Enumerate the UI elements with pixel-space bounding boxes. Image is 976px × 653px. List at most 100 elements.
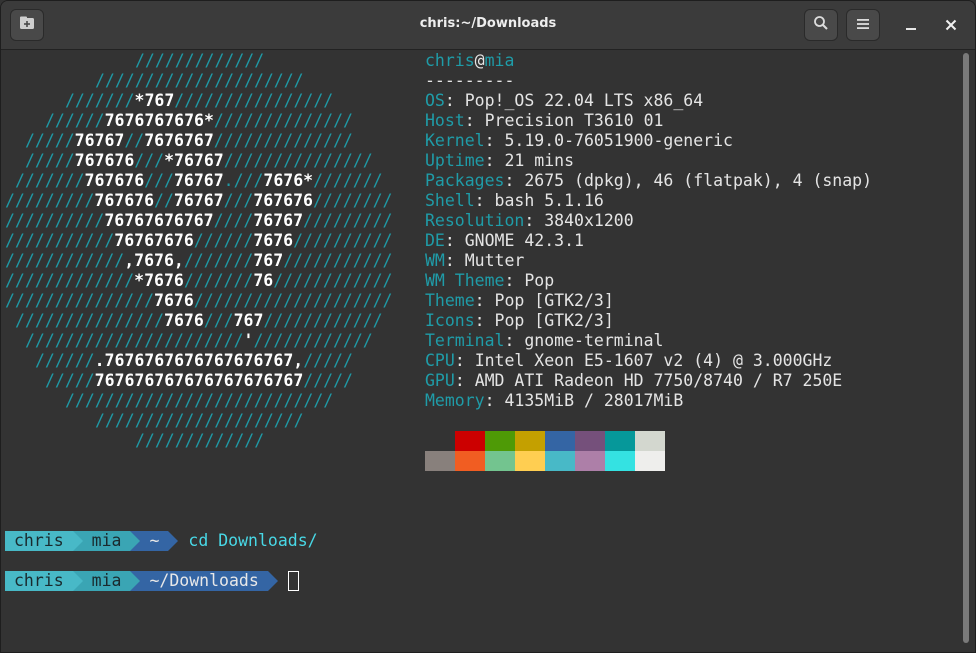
palette-swatch: [575, 451, 605, 471]
ascii-slashes: //////////////: [213, 111, 353, 130]
minimize-button[interactable]: [894, 9, 928, 41]
sysinfo-value: Mutter: [464, 251, 525, 270]
sysinfo-key: DE: [425, 231, 445, 250]
palette-swatch: [545, 451, 575, 471]
ascii-slashes: //////: [45, 111, 105, 130]
ascii-digits: ': [243, 331, 254, 350]
ascii-line: ///////////76767676//////7676//////////: [5, 231, 392, 251]
scrollbar-thumb[interactable]: [963, 53, 969, 643]
sysinfo-colon: :: [454, 351, 475, 370]
user-host-line: chris@mia: [425, 51, 514, 71]
palette-swatch: [515, 431, 545, 451]
palette-swatch: [545, 431, 575, 451]
sysinfo-value: 21 mins: [504, 151, 575, 170]
ascii-line: /////76767//7676767//////////////: [25, 131, 353, 151]
sysinfo-colon: :: [484, 151, 505, 170]
ascii-slashes: //: [154, 191, 174, 210]
ascii-slashes: ////: [213, 211, 254, 230]
sysinfo-value: gnome-terminal: [524, 331, 664, 350]
ascii-slashes: ///////////////: [15, 311, 165, 330]
sysinfo-row: Kernel: 5.19.0-76051900-generic: [425, 131, 733, 151]
ascii-slashes: /////////: [5, 191, 95, 210]
ascii-slashes: //////: [35, 351, 95, 370]
sysinfo-row: WM: Mutter: [425, 251, 524, 271]
sysinfo-key: Memory: [425, 391, 485, 410]
sysinfo-user: chris: [425, 51, 475, 70]
ascii-digits: 7676: [154, 291, 194, 310]
terminal-cursor: [287, 571, 299, 591]
sysinfo-value: Pop: [524, 271, 555, 290]
ascii-slashes: ///////: [183, 271, 254, 290]
ascii-slashes: ///: [134, 151, 165, 170]
sysinfo-row: Terminal: gnome-terminal: [425, 331, 663, 351]
ascii-slashes: /////: [25, 131, 75, 150]
sysinfo-key: Theme: [425, 291, 475, 310]
ascii-line: ////////////,7676,///////767///////////: [5, 251, 392, 271]
menu-button[interactable]: [846, 9, 880, 41]
ascii-slashes: ////////////////: [174, 91, 334, 110]
prompt-dir: ~: [140, 531, 169, 551]
ascii-line: /////////////: [135, 51, 264, 71]
sysinfo-colon: :: [474, 291, 495, 310]
ascii-line: //////.7676767676767676767,/////: [35, 351, 353, 371]
ascii-digits: 76: [253, 271, 274, 290]
sysinfo-value: 4135MiB / 28017MiB: [504, 391, 684, 410]
terminal-output[interactable]: ////////////////////////////////////////…: [5, 51, 959, 651]
ascii-line: /////////////: [135, 431, 264, 451]
prompt-dir: ~/Downloads: [140, 571, 268, 591]
sysinfo-value: Pop [GTK2/3]: [494, 291, 614, 310]
ascii-digits: 7676: [164, 311, 204, 330]
sysinfo-colon: :: [464, 111, 485, 130]
sysinfo-row: OS: Pop!_OS 22.04 LTS x86_64: [425, 91, 703, 111]
ascii-digits: 76767: [253, 211, 304, 230]
sysinfo-value: AMD ATI Radeon HD 7750/8740 / R7 250E: [474, 371, 843, 390]
ascii-line: /////767676767676767676767/////: [45, 371, 353, 391]
ascii-slashes: ///////: [313, 171, 383, 190]
sysinfo-colon: :: [524, 211, 545, 230]
ascii-slashes: /////////////: [135, 51, 265, 70]
palette-swatch: [455, 451, 485, 471]
close-button[interactable]: [934, 9, 968, 41]
terminal-window: chris:~/Downloads //////////////////////…: [0, 0, 976, 653]
ascii-digits: 7676*: [263, 171, 314, 190]
ascii-line: ///////////////7676///767////////////: [15, 311, 383, 331]
ascii-slashes: ///////////: [5, 231, 115, 250]
sysinfo-value: Pop [GTK2/3]: [494, 311, 614, 330]
prompt-host: mia: [82, 571, 131, 591]
ascii-slashes: ///////////////: [5, 291, 155, 310]
ascii-line: /////////////*7676///////76////////////: [5, 271, 392, 291]
ascii-slashes: ////////////: [5, 251, 125, 270]
ascii-slashes: /////////////: [5, 271, 135, 290]
sysinfo-value: GNOME 42.3.1: [464, 231, 584, 250]
sysinfo-key: Uptime: [425, 151, 485, 170]
sysinfo-row: DE: GNOME 42.3.1: [425, 231, 584, 251]
sysinfo-key: Host: [425, 111, 465, 130]
search-icon: [813, 15, 829, 35]
ascii-slashes: /////: [303, 371, 353, 390]
ascii-digits: ,7676,: [124, 251, 184, 270]
ascii-slashes: //////////////: [213, 131, 353, 150]
sysinfo-value: Intel Xeon E5-1607 v2 (4) @ 3.000GHz: [474, 351, 833, 370]
prompt-separator-arrow: [130, 531, 141, 551]
sysinfo-row: Icons: Pop [GTK2/3]: [425, 311, 614, 331]
palette-swatch: [425, 451, 455, 471]
sysinfo-colon: :: [444, 91, 465, 110]
sysinfo-key: WM: [425, 251, 445, 270]
prompt-command: cd Downloads/: [188, 531, 318, 550]
ascii-line: ///////////////7676////////////////////: [5, 291, 392, 311]
ascii-slashes: ///////: [183, 251, 254, 270]
ascii-digits: 767676: [84, 171, 145, 190]
ascii-slashes: /////////: [303, 211, 393, 230]
prompt-host: mia: [82, 531, 131, 551]
sysinfo-at: @: [474, 51, 485, 70]
palette-swatch: [635, 451, 665, 471]
search-button[interactable]: [804, 9, 838, 41]
title-bar[interactable]: chris:~/Downloads: [1, 1, 975, 50]
sysinfo-colon: :: [444, 251, 465, 270]
sysinfo-value: 3840x1200: [544, 211, 634, 230]
scrollbar[interactable]: [963, 53, 971, 643]
sysinfo-key: Kernel: [425, 131, 485, 150]
ascii-line: ///////*767////////////////: [65, 91, 333, 111]
sysinfo-colon: :: [474, 191, 495, 210]
prompt-separator-arrow: [130, 571, 141, 591]
